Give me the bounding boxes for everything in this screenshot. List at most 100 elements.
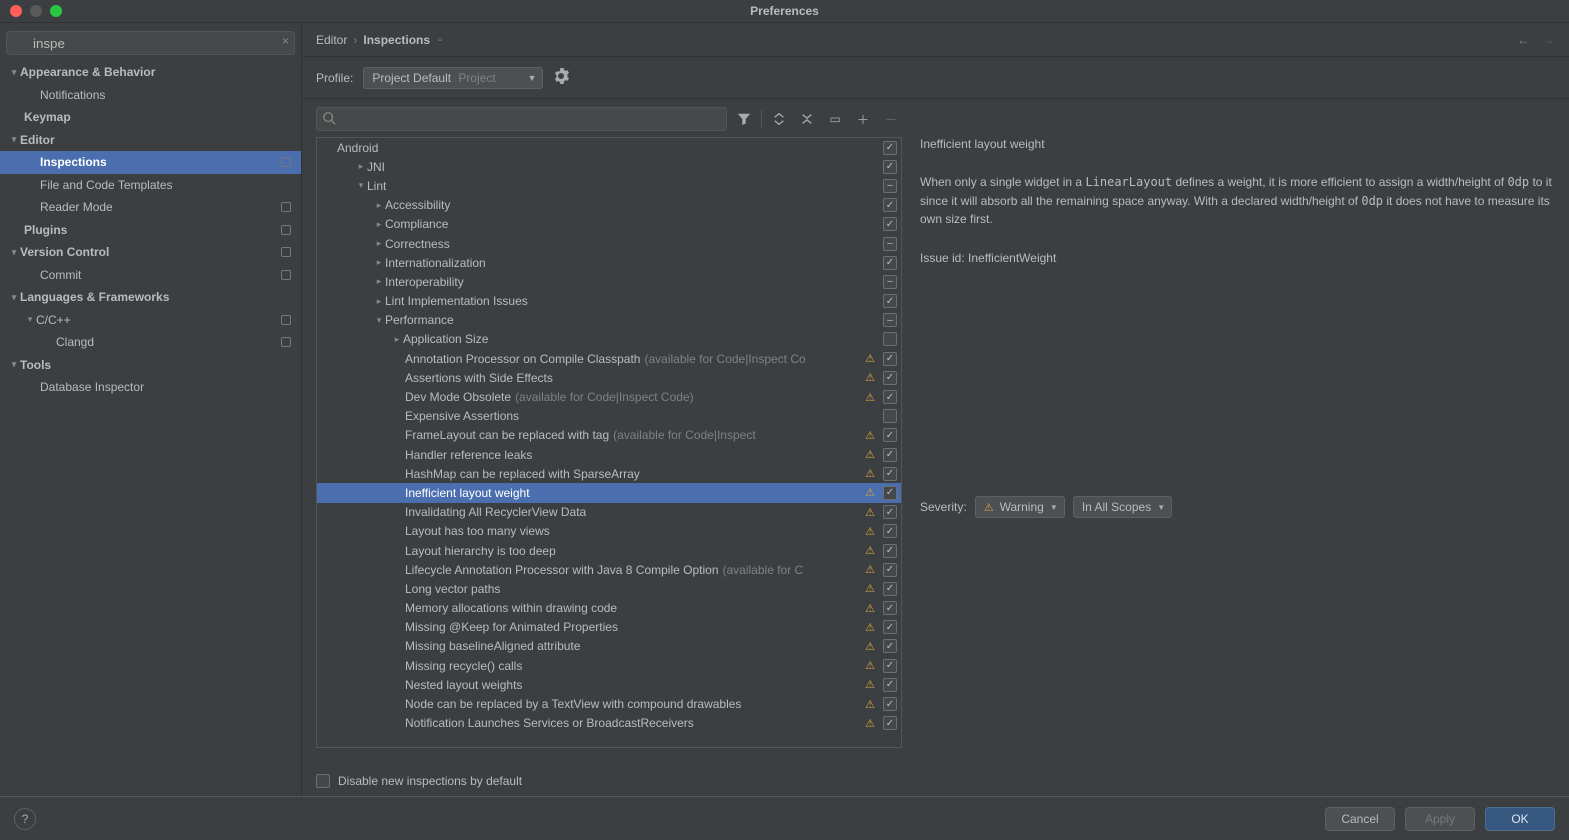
inspection-row[interactable]: FrameLayout can be replaced with tag(ava… xyxy=(317,426,901,445)
sidebar-item[interactable]: Commit xyxy=(0,264,301,287)
inspection-row[interactable]: Android xyxy=(317,138,901,157)
sidebar-item[interactable]: Keymap xyxy=(0,106,301,129)
inspection-row[interactable]: Missing @Keep for Animated Properties⚠ xyxy=(317,618,901,637)
disable-new-inspections-checkbox[interactable] xyxy=(316,774,330,788)
inspection-checkbox[interactable] xyxy=(883,486,897,500)
inspection-row[interactable]: Layout has too many views⚠ xyxy=(317,522,901,541)
inspection-checkbox[interactable] xyxy=(883,217,897,231)
inspection-checkbox[interactable] xyxy=(883,198,897,212)
inspection-checkbox[interactable] xyxy=(883,179,897,193)
inspection-row[interactable]: ▸Accessibility xyxy=(317,196,901,215)
expand-all-icon[interactable] xyxy=(768,108,790,130)
inspection-checkbox[interactable] xyxy=(883,160,897,174)
inspection-checkbox[interactable] xyxy=(883,409,897,423)
inspection-checkbox[interactable] xyxy=(883,448,897,462)
inspection-row[interactable]: ▸JNI xyxy=(317,157,901,176)
reset-icon[interactable]: ▭ xyxy=(824,108,846,130)
sidebar-item[interactable]: Inspections xyxy=(0,151,301,174)
inspection-row[interactable]: ▸Correctness xyxy=(317,234,901,253)
sidebar-item[interactable]: Reader Mode xyxy=(0,196,301,219)
inspection-row[interactable]: ▸Compliance xyxy=(317,215,901,234)
inspections-tree[interactable]: Android▸JNI▾Lint▸Accessibility▸Complianc… xyxy=(317,138,901,747)
settings-search-input[interactable] xyxy=(6,31,295,55)
inspection-checkbox[interactable] xyxy=(883,313,897,327)
remove-icon[interactable]: － xyxy=(880,108,902,130)
inspection-row[interactable]: ▸Lint Implementation Issues xyxy=(317,292,901,311)
inspection-checkbox[interactable] xyxy=(883,716,897,730)
sidebar-item[interactable]: Database Inspector xyxy=(0,376,301,399)
gear-icon[interactable] xyxy=(553,68,569,87)
inspection-row[interactable]: Memory allocations within drawing code⚠ xyxy=(317,599,901,618)
scope-dropdown[interactable]: In All Scopes ▼ xyxy=(1073,496,1172,518)
inspection-row[interactable]: Layout hierarchy is too deep⚠ xyxy=(317,541,901,560)
inspection-checkbox[interactable] xyxy=(883,601,897,615)
close-window-icon[interactable] xyxy=(10,5,22,17)
inspection-checkbox[interactable] xyxy=(883,237,897,251)
sidebar-item[interactable]: ▾Version Control xyxy=(0,241,301,264)
inspection-checkbox[interactable] xyxy=(883,620,897,634)
inspection-row[interactable]: Nested layout weights⚠ xyxy=(317,675,901,694)
sidebar-item[interactable]: ▾Appearance & Behavior xyxy=(0,61,301,84)
inspection-row[interactable]: Node can be replaced by a TextView with … xyxy=(317,694,901,713)
inspection-checkbox[interactable] xyxy=(883,352,897,366)
back-icon[interactable]: ← xyxy=(1517,33,1529,47)
inspection-checkbox[interactable] xyxy=(883,294,897,308)
inspection-row[interactable]: HashMap can be replaced with SparseArray… xyxy=(317,464,901,483)
minimize-window-icon[interactable] xyxy=(30,5,42,17)
inspection-row[interactable]: Dev Mode Obsolete(available for Code|Ins… xyxy=(317,387,901,406)
inspection-checkbox[interactable] xyxy=(883,275,897,289)
inspection-checkbox[interactable] xyxy=(883,524,897,538)
zoom-window-icon[interactable] xyxy=(50,5,62,17)
inspection-checkbox[interactable] xyxy=(883,256,897,270)
sidebar-item[interactable]: Plugins xyxy=(0,219,301,242)
inspection-checkbox[interactable] xyxy=(883,141,897,155)
sidebar-item[interactable]: File and Code Templates xyxy=(0,174,301,197)
profile-dropdown[interactable]: Project Default Project ▼ xyxy=(363,67,543,89)
inspection-row[interactable]: Missing baselineAligned attribute⚠ xyxy=(317,637,901,656)
inspection-checkbox[interactable] xyxy=(883,639,897,653)
inspection-row[interactable]: Inefficient layout weight⚠ xyxy=(317,483,901,502)
severity-dropdown[interactable]: ⚠ Warning ▼ xyxy=(975,496,1065,518)
inspection-row[interactable]: Handler reference leaks⚠ xyxy=(317,445,901,464)
inspection-row[interactable]: Invalidating All RecyclerView Data⚠ xyxy=(317,503,901,522)
forward-icon[interactable]: → xyxy=(1543,33,1555,47)
collapse-all-icon[interactable] xyxy=(796,108,818,130)
inspection-row[interactable]: ▸Interoperability xyxy=(317,272,901,291)
inspection-row[interactable]: Long vector paths⚠ xyxy=(317,579,901,598)
inspection-checkbox[interactable] xyxy=(883,505,897,519)
inspections-search-input[interactable] xyxy=(316,107,727,131)
clear-search-icon[interactable]: × xyxy=(282,34,289,48)
sidebar-item[interactable]: Clangd xyxy=(0,331,301,354)
cancel-button[interactable]: Cancel xyxy=(1325,807,1395,831)
inspection-checkbox[interactable] xyxy=(883,659,897,673)
inspection-row[interactable]: Lifecycle Annotation Processor with Java… xyxy=(317,560,901,579)
apply-button[interactable]: Apply xyxy=(1405,807,1475,831)
breadcrumb-parent[interactable]: Editor xyxy=(316,33,347,47)
inspection-checkbox[interactable] xyxy=(883,390,897,404)
inspection-checkbox[interactable] xyxy=(883,544,897,558)
sidebar-item[interactable]: ▾C/C++ xyxy=(0,309,301,332)
settings-tree[interactable]: ▾Appearance & BehaviorNotificationsKeyma… xyxy=(0,61,301,796)
sidebar-item[interactable]: ▾Editor xyxy=(0,129,301,152)
settings-badge-icon[interactable]: ▫ xyxy=(438,34,442,46)
inspection-checkbox[interactable] xyxy=(883,678,897,692)
inspection-row[interactable]: Assertions with Side Effects⚠ xyxy=(317,368,901,387)
inspection-checkbox[interactable] xyxy=(883,371,897,385)
inspection-checkbox[interactable] xyxy=(883,332,897,346)
inspection-checkbox[interactable] xyxy=(883,563,897,577)
inspection-row[interactable]: ▾Lint xyxy=(317,176,901,195)
inspection-row[interactable]: Annotation Processor on Compile Classpat… xyxy=(317,349,901,368)
add-icon[interactable]: ＋ xyxy=(852,108,874,130)
inspection-row[interactable]: ▸Internationalization xyxy=(317,253,901,272)
inspection-checkbox[interactable] xyxy=(883,697,897,711)
inspection-checkbox[interactable] xyxy=(883,428,897,442)
inspection-row[interactable]: Missing recycle() calls⚠ xyxy=(317,656,901,675)
ok-button[interactable]: OK xyxy=(1485,807,1555,831)
filter-icon[interactable] xyxy=(733,108,755,130)
inspection-row[interactable]: Expensive Assertions xyxy=(317,407,901,426)
inspection-checkbox[interactable] xyxy=(883,582,897,596)
sidebar-item[interactable]: ▾Languages & Frameworks xyxy=(0,286,301,309)
sidebar-item[interactable]: Notifications xyxy=(0,84,301,107)
inspection-row[interactable]: ▸Application Size xyxy=(317,330,901,349)
inspection-row[interactable]: Notification Launches Services or Broadc… xyxy=(317,714,901,733)
